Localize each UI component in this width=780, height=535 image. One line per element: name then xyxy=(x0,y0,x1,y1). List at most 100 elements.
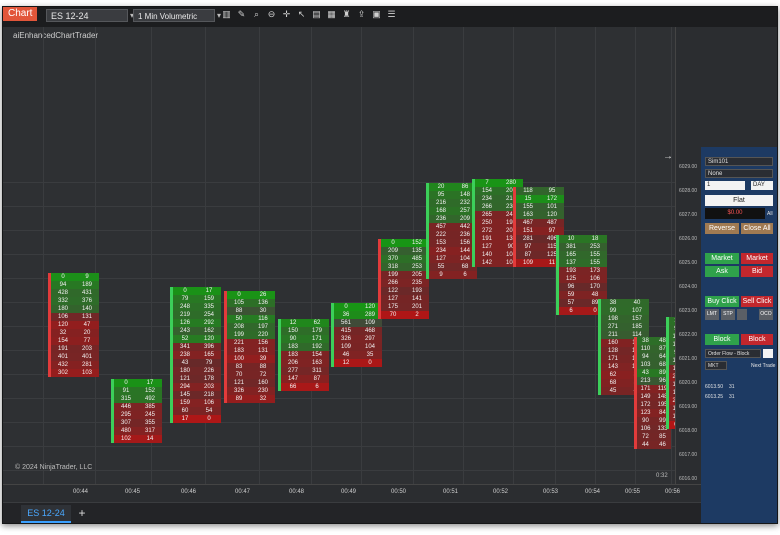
data-box-icon[interactable]: ▣ xyxy=(371,9,382,20)
time-axis[interactable]: 00:44 00:45 00:46 00:47 00:48 00:49 00:50 00:51… xyxy=(3,484,701,503)
volumetric-row: 432 281 xyxy=(51,361,99,369)
volumetric-row: 0 26 xyxy=(227,291,275,299)
volume-value: 43 xyxy=(181,360,189,366)
price-tick-label: 6023.00 xyxy=(679,308,698,314)
volumetric-row: 193 173 xyxy=(559,267,607,275)
volumetric-row: 15 172 xyxy=(516,195,564,203)
properties-icon[interactable]: ▤ xyxy=(311,9,322,20)
list-icon[interactable]: ☰ xyxy=(386,9,397,20)
volume-value: 326 xyxy=(340,336,351,342)
market-buy-button[interactable]: Market xyxy=(705,253,739,264)
volumetric-bar[interactable]: 12 62 150 179 90 171 183 192 183 154 206 163 277 311 1… xyxy=(278,319,329,391)
volume-value: 62 xyxy=(313,320,321,326)
time-tick-label: 00:49 xyxy=(341,489,357,495)
volumetric-row: 118 95 xyxy=(516,187,564,195)
bars-icon[interactable]: ▥ xyxy=(221,9,232,20)
volumetric-bar[interactable]: 0 120 36 289 561 109 415 468 326 297 109 104 46 35 12 0 xyxy=(331,303,382,367)
volume-value: 9 xyxy=(85,274,89,280)
next-trade-label: Next Trade xyxy=(751,363,776,369)
volume-value: 0 xyxy=(124,380,128,386)
zoom-icon[interactable]: ⌕ xyxy=(251,9,262,20)
price-tick-label: 6018.00 xyxy=(679,428,698,434)
period-selector[interactable]: 1 Min Volumetric xyxy=(133,9,215,22)
volume-value: 280 xyxy=(505,180,516,186)
sell-click-button[interactable]: Sell Click xyxy=(741,296,773,307)
volume-value: 341 xyxy=(179,344,190,350)
zoom-out-icon[interactable]: ⊖ xyxy=(266,9,277,20)
volume-value: 222 xyxy=(435,232,446,238)
volumetric-row: 154 77 xyxy=(51,337,99,345)
volumetric-row: 43 79 xyxy=(173,359,221,367)
sell-bid-button[interactable]: Bid xyxy=(741,266,773,277)
volume-value: 127 xyxy=(387,296,398,302)
grid-line-vertical xyxy=(311,27,312,484)
buy-click-button[interactable]: Buy Click xyxy=(705,296,739,307)
volume-value: 77 xyxy=(83,338,91,344)
volume-value: 66 xyxy=(289,384,297,390)
volumetric-row: 66 6 xyxy=(281,383,329,391)
order-spin-box[interactable] xyxy=(737,309,747,320)
oco-toggle[interactable]: OCO xyxy=(759,309,773,320)
scroll-right-arrow-icon[interactable]: → xyxy=(663,151,673,162)
order-flow-selector[interactable]: Order Flow - Block xyxy=(705,349,761,358)
volumetric-bar[interactable]: 0 17 79 159 248 335 219 254 126 292 243 162 52 120 341… xyxy=(170,287,221,423)
volume-value: 162 xyxy=(203,328,214,334)
volume-value: 20 xyxy=(83,330,91,336)
block-buy-button[interactable]: Block xyxy=(705,334,739,345)
volume-value: 154 xyxy=(57,338,68,344)
volumetric-row: 159 106 xyxy=(173,399,221,407)
crosshair-icon[interactable]: ✛ xyxy=(281,9,292,20)
add-tab-button[interactable]: + xyxy=(75,505,89,521)
volume-value: 198 xyxy=(607,316,618,322)
close-all-button[interactable]: Close All xyxy=(741,223,773,234)
volume-value: 94 xyxy=(59,282,67,288)
volume-value: 266 xyxy=(387,280,398,286)
volume-value: 150 xyxy=(287,328,298,334)
volume-value: 127 xyxy=(435,256,446,262)
volume-value: 0 xyxy=(391,240,395,246)
stop-order-toggle[interactable]: STP xyxy=(721,309,735,320)
volumetric-bar[interactable]: 0 17 91 152 315 492 446 385 295 245 307 355 480 317 10… xyxy=(111,379,162,443)
time-tick-label: 00:54 xyxy=(585,489,601,495)
market-sell-button[interactable]: Market xyxy=(741,253,773,264)
volumetric-row: 120 47 xyxy=(51,321,99,329)
volumetric-row: 96 170 xyxy=(559,283,607,291)
volumetric-bar[interactable]: 0 26 105 136 88 30 50 116 208 197 199 220 221 156 183 1… xyxy=(224,291,275,403)
account-selector[interactable]: Sim101 xyxy=(705,157,773,166)
quantity-input[interactable]: 1 xyxy=(705,181,745,190)
buy-ask-button[interactable]: Ask xyxy=(705,266,739,277)
block-sell-button[interactable]: Block xyxy=(741,334,773,345)
volumetric-row: 79 159 xyxy=(173,295,221,303)
atm-strategy-selector[interactable]: None xyxy=(705,169,773,178)
reverse-button[interactable]: Reverse xyxy=(705,223,739,234)
volume-value: 248 xyxy=(179,304,190,310)
volume-value: 193 xyxy=(411,288,422,294)
tif-selector[interactable]: DAY xyxy=(751,181,773,190)
tab-es-12-24[interactable]: ES 12-24 xyxy=(21,505,71,523)
volume-value: 26 xyxy=(259,292,267,298)
order-flow-toggle[interactable] xyxy=(763,349,773,358)
volume-value: 265 xyxy=(481,212,492,218)
price-axis[interactable]: 6029.00 6028.00 6027.00 6026.00 6025.00 6024.… xyxy=(675,27,702,484)
instrument-selector[interactable]: ES 12-24 xyxy=(46,9,128,22)
volumetric-row: 332 376 xyxy=(51,297,99,305)
volume-value: 107 xyxy=(631,308,642,314)
volumetric-bar[interactable]: 0 9 94 189 428 431 332 376 180 140 106 131 120 47 32 20… xyxy=(48,273,99,377)
cursor-icon[interactable]: ↖ xyxy=(296,9,307,20)
limit-order-toggle[interactable]: LMT xyxy=(705,309,719,320)
time-tick-label: 00:46 xyxy=(181,489,197,495)
share-icon[interactable]: ⇪ xyxy=(356,9,367,20)
volumetric-row: 72 85 xyxy=(637,433,671,441)
chart-tab-label[interactable]: Chart xyxy=(3,7,38,21)
volumetric-bar[interactable]: 0 152 209 135 370 485 318 253 199 205 266 235 122 193… xyxy=(378,239,429,319)
grid-line-horizontal xyxy=(3,470,675,471)
volumetric-row: 401 401 xyxy=(51,353,99,361)
bar-body-stripe xyxy=(378,239,381,319)
bar-body-stripe xyxy=(331,303,334,367)
template-icon[interactable]: ▦ xyxy=(326,9,337,20)
volume-value: 385 xyxy=(144,404,155,410)
order-type-selector[interactable]: MKT xyxy=(705,361,727,370)
pencil-icon[interactable]: ✎ xyxy=(236,9,247,20)
volumetric-bar[interactable]: 20 86 95 148 216 232 168 257 236 209 457 442 222 236 1… xyxy=(426,183,477,279)
strategies-icon[interactable]: ♜ xyxy=(341,9,352,20)
